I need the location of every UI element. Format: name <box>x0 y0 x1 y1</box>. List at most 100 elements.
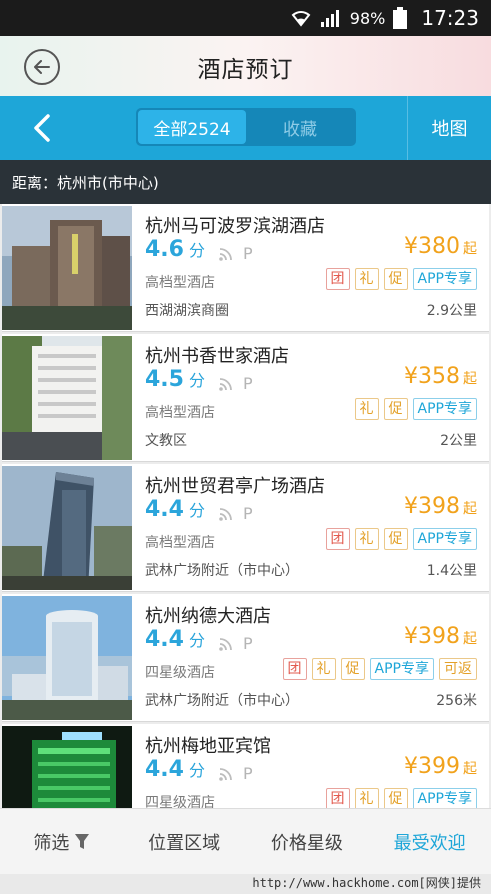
hotel-area: 武林广场附近（市中心） <box>145 693 299 709</box>
funnel-icon <box>75 833 90 849</box>
price-star-button[interactable]: 价格星级 <box>246 829 369 855</box>
score-unit: 分 <box>188 631 205 650</box>
tag-app-exclusive: APP专享 <box>369 658 434 680</box>
hotel-price: ¥398 起 <box>404 494 477 519</box>
hotel-name: 杭州纳德大酒店 <box>145 606 271 627</box>
score-value: 4.4 <box>145 627 184 652</box>
score-value: 4.4 <box>145 497 184 522</box>
price-value: ¥399 <box>404 754 460 779</box>
hotel-name: 杭州梅地亚宾馆 <box>145 736 271 757</box>
facility-icons: P <box>219 634 253 653</box>
promo-tags: 礼 促 APP专享 <box>354 398 477 420</box>
promo-tags: 团 礼 促 APP专享 可返 <box>282 658 477 680</box>
hotel-price: ¥399 起 <box>404 754 477 779</box>
hotel-distance: 256米 <box>436 693 477 709</box>
distance-reference-bar: 距离：杭州市(市中心) <box>0 160 491 204</box>
hotel-price: ¥380 起 <box>404 234 477 259</box>
facility-icons: P <box>219 374 253 393</box>
tab-all[interactable]: 全部2524 <box>138 110 246 144</box>
hotel-card[interactable]: 杭州世贸君亭广场酒店 4.4 分 P ¥398 起 高档型酒店 团 礼 促 AP… <box>2 464 489 592</box>
score-value: 4.6 <box>145 237 184 262</box>
tag-cashback: 可返 <box>439 658 477 680</box>
promo-tags: 团 礼 促 APP专享 <box>325 528 477 550</box>
score-unit: 分 <box>188 241 205 260</box>
tab-bar: 全部2524 收藏 地图 <box>0 96 491 160</box>
app-screen: 98% 17:23 酒店预订 全部2524 收藏 地图 距离：杭州市(市中心) … <box>0 0 491 894</box>
hotel-grade: 高档型酒店 <box>145 275 215 291</box>
hotel-distance: 2公里 <box>440 433 477 449</box>
clock: 17:23 <box>421 6 479 30</box>
hotel-name: 杭州马可波罗滨湖酒店 <box>145 216 325 237</box>
tab-favorites[interactable]: 收藏 <box>246 110 354 144</box>
hotel-grade: 四星级酒店 <box>145 795 215 808</box>
chevron-left-icon <box>34 114 50 142</box>
hotel-score: 4.4 分 <box>145 497 205 522</box>
wifi-icon <box>219 767 232 781</box>
price-value: ¥398 <box>404 624 460 649</box>
tag-app-exclusive: APP专享 <box>412 788 477 808</box>
price-value: ¥358 <box>404 364 460 389</box>
wifi-icon <box>290 9 312 27</box>
title-bar: 酒店预订 <box>0 36 491 96</box>
hotel-score: 4.5 分 <box>145 367 205 392</box>
hotel-price: ¥358 起 <box>404 364 477 389</box>
hotel-grade: 高档型酒店 <box>145 405 215 421</box>
page-title: 酒店预订 <box>197 57 294 83</box>
segmented-control: 全部2524 收藏 <box>136 108 356 146</box>
hotel-card[interactable]: 杭州梅地亚宾馆 4.4 分 P ¥399 起 四星级酒店 团 礼 促 APP专享 <box>2 724 489 808</box>
hotel-photo <box>2 206 132 330</box>
promo-tags: 团 礼 促 APP专享 <box>325 268 477 290</box>
hotel-list: 杭州马可波罗滨湖酒店 4.6 分 P ¥380 起 高档型酒店 团 礼 促 AP… <box>0 204 491 808</box>
price-unit: 起 <box>463 241 477 257</box>
price-value: ¥380 <box>404 234 460 259</box>
location-area-button[interactable]: 位置区域 <box>123 829 246 855</box>
tag-group-buy: 团 <box>325 528 350 550</box>
hotel-card[interactable]: 杭州纳德大酒店 4.4 分 P ¥398 起 四星级酒店 团 礼 促 APP专享… <box>2 594 489 722</box>
status-bar: 98% 17:23 <box>0 0 491 36</box>
list-back-button[interactable] <box>0 96 84 160</box>
parking-icon: P <box>243 244 253 263</box>
score-value: 4.5 <box>145 367 184 392</box>
tag-promo: 促 <box>383 528 408 550</box>
hotel-distance: 2.9公里 <box>426 303 477 319</box>
tag-gift: 礼 <box>311 658 336 680</box>
parking-icon: P <box>243 374 253 393</box>
wifi-icon <box>219 377 232 391</box>
tag-promo: 促 <box>383 788 408 808</box>
score-unit: 分 <box>188 371 205 390</box>
hotel-card[interactable]: 杭州书香世家酒店 4.5 分 P ¥358 起 高档型酒店 礼 促 APP专享 … <box>2 334 489 462</box>
hotel-photo <box>2 596 132 720</box>
parking-icon: P <box>243 634 253 653</box>
hotel-grade: 高档型酒店 <box>145 535 215 551</box>
wifi-icon <box>219 247 232 261</box>
price-unit: 起 <box>463 631 477 647</box>
hotel-area: 武林广场附近（市中心） <box>145 563 299 579</box>
tag-promo: 促 <box>383 268 408 290</box>
map-button[interactable]: 地图 <box>407 96 491 160</box>
hotel-price: ¥398 起 <box>404 624 477 649</box>
signal-icon <box>320 9 342 27</box>
hotel-name: 杭州书香世家酒店 <box>145 346 289 367</box>
tag-promo: 促 <box>383 398 408 420</box>
most-popular-button[interactable]: 最受欢迎 <box>368 829 491 855</box>
score-unit: 分 <box>188 761 205 780</box>
tag-gift: 礼 <box>354 528 379 550</box>
hotel-photo <box>2 726 132 808</box>
filter-button[interactable]: 筛选 <box>0 829 123 855</box>
parking-icon: P <box>243 504 253 523</box>
hotel-name: 杭州世贸君亭广场酒店 <box>145 476 325 497</box>
parking-icon: P <box>243 764 253 783</box>
hotel-card[interactable]: 杭州马可波罗滨湖酒店 4.6 分 P ¥380 起 高档型酒店 团 礼 促 AP… <box>2 204 489 332</box>
tag-app-exclusive: APP专享 <box>412 268 477 290</box>
filter-label: 筛选 <box>33 832 70 854</box>
battery-icon <box>393 7 408 29</box>
price-value: ¥398 <box>404 494 460 519</box>
tag-promo: 促 <box>340 658 365 680</box>
tag-group-buy: 团 <box>325 788 350 808</box>
hotel-photo <box>2 466 132 590</box>
tag-group-buy: 团 <box>325 268 350 290</box>
wifi-icon <box>219 637 232 651</box>
hotel-score: 4.4 分 <box>145 757 205 782</box>
score-unit: 分 <box>188 501 205 520</box>
hotel-photo <box>2 336 132 460</box>
